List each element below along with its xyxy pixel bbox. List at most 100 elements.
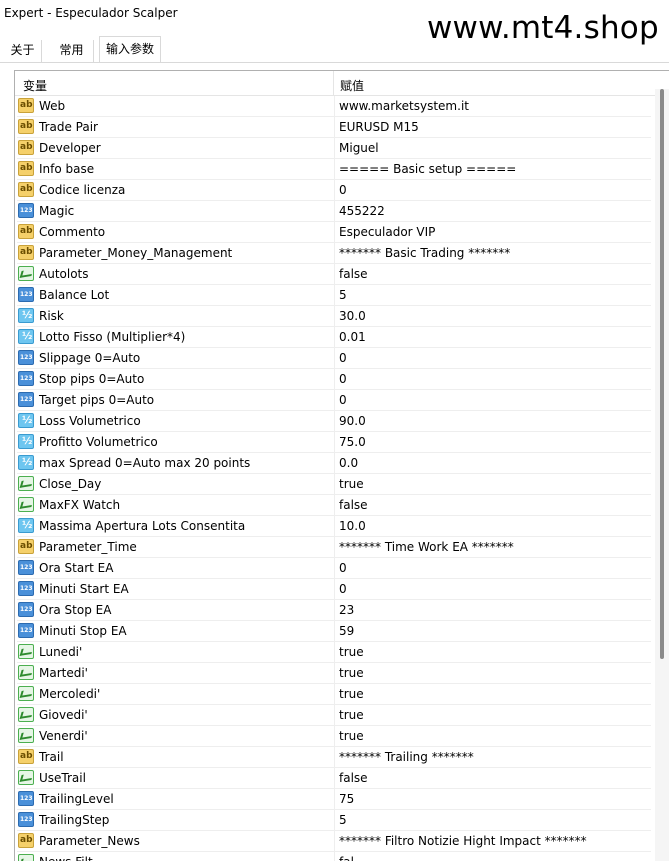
scrollbar-thumb[interactable] [660,89,664,659]
variable-cell: Parameter_News [17,831,335,851]
variable-value[interactable]: 455222 [339,204,385,218]
table-row[interactable]: Parameter_Money_Management ******* Basic … [17,243,651,264]
table-row[interactable]: Loss Volumetrico 90.0 [17,411,651,432]
variable-value[interactable]: 0 [339,351,347,365]
variable-value[interactable]: ******* Time Work EA ******* [339,540,514,554]
boolean-type-icon [18,266,34,281]
variable-value[interactable]: 75 [339,792,354,806]
integer-type-icon [18,371,34,386]
variable-value[interactable]: Miguel [339,141,379,155]
table-row[interactable]: Martedi' true [17,663,651,684]
variable-value[interactable]: Especulador VIP [339,225,435,239]
table-row[interactable]: Minuti Start EA 0 [17,579,651,600]
integer-type-icon [18,623,34,638]
table-row[interactable]: Balance Lot 5 [17,285,651,306]
table-row[interactable]: Mercoledi' true [17,684,651,705]
column-header-variable[interactable]: 变量 [23,77,47,94]
variable-value[interactable]: 0 [339,393,347,407]
tab-about[interactable]: 关于 [4,40,42,62]
variable-value[interactable]: 90.0 [339,414,366,428]
table-row[interactable]: Autolots false [17,264,651,285]
tab-common[interactable]: 常用 [50,40,94,62]
variable-value[interactable]: 23 [339,603,354,617]
table-row[interactable]: Parameter_Time ******* Time Work EA *****… [17,537,651,558]
variable-value[interactable]: false [339,267,368,281]
table-row[interactable]: Close_Day true [17,474,651,495]
string-type-icon [18,182,34,197]
string-type-icon [18,539,34,554]
window-title: Expert - Especulador Scalper [4,6,178,20]
table-row[interactable]: Trail ******* Trailing ******* [17,747,651,768]
column-header-value[interactable]: 赋值 [340,77,364,94]
table-row[interactable]: Developer Miguel [17,138,651,159]
tab-inputs[interactable]: 输入参数 [99,36,161,63]
variable-value[interactable]: true [339,645,364,659]
variable-value[interactable]: 10.0 [339,519,366,533]
variable-name: Ora Start EA [39,561,114,575]
variable-value[interactable]: 0.0 [339,456,358,470]
table-row[interactable]: Trade Pair EURUSD M15 [17,117,651,138]
variable-value[interactable]: 75.0 [339,435,366,449]
table-row[interactable]: Target pips 0=Auto 0 [17,390,651,411]
variable-cell: Info base [17,159,335,179]
variable-name: Minuti Stop EA [39,624,127,638]
table-row[interactable]: TrailingStep 5 [17,810,651,831]
variable-value[interactable]: EURUSD M15 [339,120,419,134]
variable-value[interactable]: ******* Filtro Notizie Hight Impact ****… [339,834,587,848]
table-row[interactable]: Magic 455222 [17,201,651,222]
table-row[interactable]: Ora Start EA 0 [17,558,651,579]
variable-value[interactable]: true [339,729,364,743]
table-row[interactable]: Codice licenza 0 [17,180,651,201]
variable-value[interactable]: www.marketsystem.it [339,99,469,113]
table-row[interactable]: Giovedi' true [17,705,651,726]
table-row[interactable]: Ora Stop EA 23 [17,600,651,621]
boolean-type-icon [18,665,34,680]
variable-value[interactable]: 30.0 [339,309,366,323]
table-row[interactable]: Web www.marketsystem.it [17,96,651,117]
variable-value[interactable]: 59 [339,624,354,638]
table-row[interactable]: Minuti Stop EA 59 [17,621,651,642]
table-row[interactable]: News Filt fal [17,852,651,861]
variable-value[interactable]: ******* Trailing ******* [339,750,474,764]
table-row[interactable]: Profitto Volumetrico 75.0 [17,432,651,453]
variable-name: Parameter_Money_Management [39,246,233,260]
table-row[interactable]: Lotto Fisso (Multiplier*4) 0.01 [17,327,651,348]
table-row[interactable]: max Spread 0=Auto max 20 points 0.0 [17,453,651,474]
variable-value[interactable]: fal [339,855,354,861]
vertical-scrollbar[interactable] [655,89,669,861]
table-row[interactable]: Lunedi' true [17,642,651,663]
table-row[interactable]: TrailingLevel 75 [17,789,651,810]
variable-name: Magic [39,204,75,218]
variable-value[interactable]: 5 [339,288,347,302]
variable-value[interactable]: 0 [339,582,347,596]
table-row[interactable]: Venerdi' true [17,726,651,747]
variable-value[interactable]: ******* Basic Trading ******* [339,246,510,260]
table-row[interactable]: Info base ===== Basic setup ===== [17,159,651,180]
variable-value[interactable]: ===== Basic setup ===== [339,162,516,176]
variable-cell: Venerdi' [17,726,335,746]
variable-value[interactable]: false [339,498,368,512]
column-separator[interactable] [333,71,334,95]
table-row[interactable]: MaxFX Watch false [17,495,651,516]
variable-name: MaxFX Watch [39,498,121,512]
variable-value[interactable]: 0 [339,183,347,197]
variable-value[interactable]: 0 [339,561,347,575]
table-row[interactable]: Slippage 0=Auto 0 [17,348,651,369]
table-row[interactable]: Parameter_News ******* Filtro Notizie Hig… [17,831,651,852]
variable-value[interactable]: true [339,708,364,722]
variable-name: Commento [39,225,106,239]
table-row[interactable]: Massima Apertura Lots Consentita 10.0 [17,516,651,537]
table-row[interactable]: Stop pips 0=Auto 0 [17,369,651,390]
variable-value[interactable]: 5 [339,813,347,827]
table-row[interactable]: UseTrail false [17,768,651,789]
variable-value[interactable]: false [339,771,368,785]
variable-cell: UseTrail [17,768,335,788]
variable-value[interactable]: 0.01 [339,330,366,344]
table-row[interactable]: Commento Especulador VIP [17,222,651,243]
variable-value[interactable]: 0 [339,372,347,386]
variable-value[interactable]: true [339,477,364,491]
variable-name: Info base [39,162,95,176]
variable-value[interactable]: true [339,666,364,680]
table-row[interactable]: Risk 30.0 [17,306,651,327]
variable-value[interactable]: true [339,687,364,701]
